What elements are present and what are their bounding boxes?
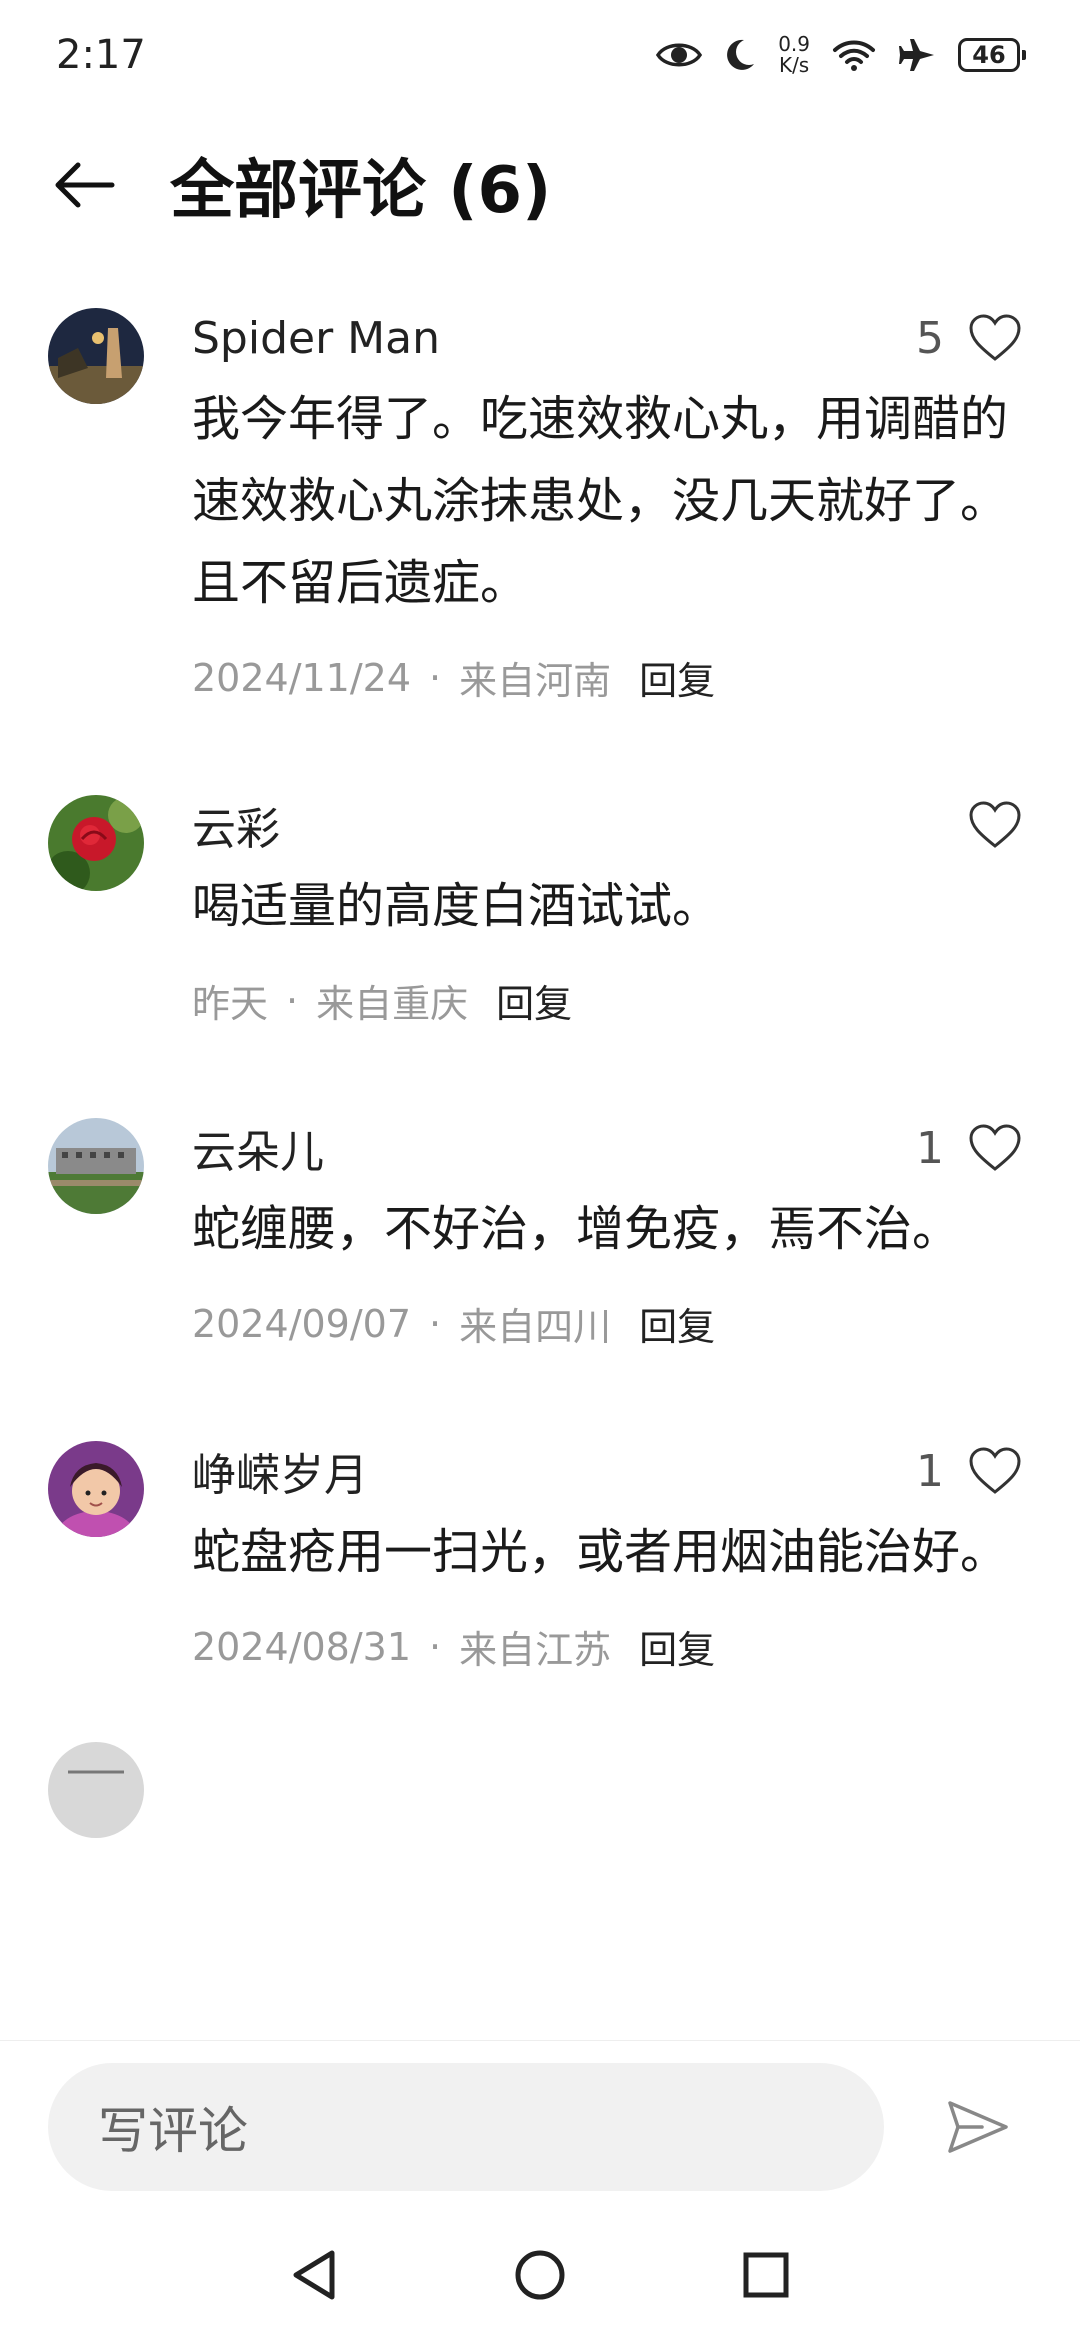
comment-text: 我今年得了。吃速效救心丸，用调醋的速效救心丸涂抹患处，没几天就好了。且不留后遗症… xyxy=(192,391,1009,611)
meta-separator: · xyxy=(429,655,442,700)
network-speed-value: 0.9 xyxy=(778,32,810,56)
comment-meta: 2024/08/31 · 来自江苏 回复 xyxy=(192,1619,1022,1674)
comment-meta: 2024/11/24 · 来自河南 回复 xyxy=(192,650,1022,705)
comment-author: Spider Man xyxy=(192,312,440,364)
nav-back-icon[interactable] xyxy=(290,2249,338,2301)
comment-location: 来自河南 xyxy=(459,659,612,703)
comment-text: 喝适量的高度白酒试试。 xyxy=(192,878,721,934)
comment-author: 云彩 xyxy=(192,804,280,855)
back-arrow-icon xyxy=(55,162,115,208)
comment-location: 来自重庆 xyxy=(316,982,469,1026)
like-count: 1 xyxy=(916,1445,944,1497)
nav-home-icon[interactable] xyxy=(514,2249,566,2301)
header: 全部评论 (6) xyxy=(0,120,1080,250)
comment-location: 来自四川 xyxy=(459,1305,612,1349)
status-icons: 0.9 K/s 46 xyxy=(656,34,1026,76)
meta-separator: · xyxy=(429,1624,442,1669)
page-title: 全部评论 (6) xyxy=(170,154,552,228)
reply-button[interactable]: 回复 xyxy=(639,650,715,705)
avatar[interactable] xyxy=(48,1441,144,1537)
comment-date: 昨天 xyxy=(192,982,269,1026)
network-speed: 0.9 K/s xyxy=(778,34,810,76)
comment-item: 云彩 喝适量的高度白酒试试。 昨天 · 来自重庆 回复 xyxy=(0,787,1080,1028)
comment-author: 云朵儿 xyxy=(192,1127,324,1178)
heart-icon[interactable] xyxy=(968,1446,1022,1496)
comment-date: 2024/11/24 xyxy=(192,655,412,700)
network-speed-unit: K/s xyxy=(778,53,810,77)
reply-button[interactable]: 回复 xyxy=(639,1296,715,1351)
reply-button[interactable]: 回复 xyxy=(496,973,572,1028)
comment-author: 峥嵘岁月 xyxy=(192,1450,368,1501)
status-bar: 2:17 0.9 K/s 46 xyxy=(0,0,1080,110)
avatar[interactable] xyxy=(48,795,144,891)
avatar[interactable] xyxy=(48,308,144,404)
airplane-icon xyxy=(898,37,936,73)
comment-meta: 2024/09/07 · 来自四川 回复 xyxy=(192,1296,1022,1351)
comment-input-bar: 写评论 xyxy=(0,2040,1080,2211)
heart-icon[interactable] xyxy=(968,1123,1022,1173)
comment-date: 2024/08/31 xyxy=(192,1624,412,1669)
battery-level: 46 xyxy=(972,41,1006,69)
avatar[interactable] xyxy=(48,1118,144,1214)
reply-button[interactable]: 回复 xyxy=(639,1619,715,1674)
like-count: 1 xyxy=(916,1122,944,1174)
like-count: 5 xyxy=(916,312,944,364)
comment-item: 峥嵘岁月 1 蛇盘疮用一扫光，或者用烟油能治好。 2024/08/31 · 来自… xyxy=(0,1433,1080,1674)
heart-icon[interactable] xyxy=(968,800,1022,850)
comment-item: 云朵儿 1 蛇缠腰，不好治，增免疫，焉不治。 2024/09/07 · 来自四川… xyxy=(0,1110,1080,1351)
send-icon[interactable] xyxy=(946,2097,1010,2157)
comment-list[interactable]: Spider Man 5 我今年得了。吃速效救心丸，用调醋的速效救心丸涂抹患处，… xyxy=(0,300,1080,2040)
comment-date: 2024/09/07 xyxy=(192,1301,412,1346)
avatar[interactable] xyxy=(48,1742,144,1838)
comment-text: 蛇缠腰，不好治，增免疫，焉不治。 xyxy=(192,1201,961,1257)
moon-icon xyxy=(724,38,756,72)
comment-input[interactable]: 写评论 xyxy=(48,2063,884,2191)
system-nav-bar xyxy=(0,2210,1080,2340)
comment-location: 来自江苏 xyxy=(459,1628,612,1672)
comment-meta: 昨天 · 来自重庆 回复 xyxy=(192,973,1022,1028)
status-time: 2:17 xyxy=(56,32,146,78)
nav-recents-icon[interactable] xyxy=(742,2251,790,2299)
meta-separator: · xyxy=(286,978,299,1023)
comment-item: Spider Man 5 我今年得了。吃速效救心丸，用调醋的速效救心丸涂抹患处，… xyxy=(0,300,1080,705)
meta-separator: · xyxy=(429,1301,442,1346)
eye-icon xyxy=(656,40,703,70)
back-button[interactable] xyxy=(24,120,144,250)
battery-icon: 46 xyxy=(958,38,1026,72)
wifi-icon xyxy=(832,38,876,72)
comment-text: 蛇盘疮用一扫光，或者用烟油能治好。 xyxy=(192,1524,1009,1580)
heart-icon[interactable] xyxy=(968,313,1022,363)
